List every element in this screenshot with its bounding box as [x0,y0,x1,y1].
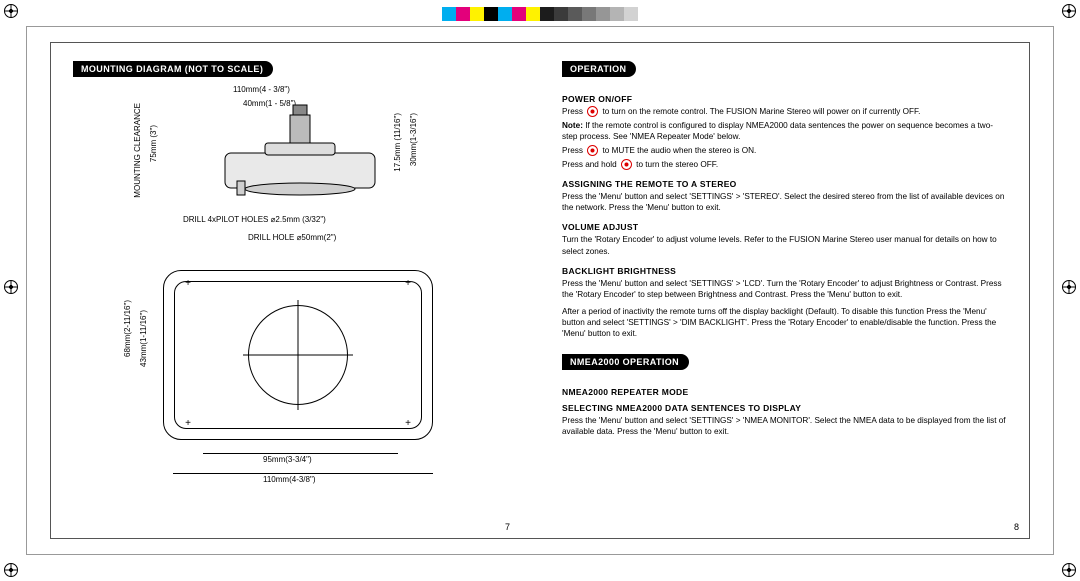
registration-mark [4,4,18,18]
power-line2: Press to MUTE the audio when the stereo … [562,145,1007,156]
power-button-icon [587,106,598,117]
power-note: Note: If the remote control is configure… [562,120,1007,142]
mounting-diagram: 110mm(4 - 3/8") 40mm(1 - 5/8") 17.5mm (1… [73,85,518,548]
dim-95: 95mm(3-3/4") [263,455,312,464]
registration-mark [1062,4,1076,18]
power-button-icon [587,145,598,156]
section-heading-mounting: MOUNTING DIAGRAM (NOT TO SCALE) [73,61,273,77]
section-heading-nmea: NMEA2000 OPERATION [562,354,689,370]
dim-75: 75mm (3") [149,125,158,162]
power-line3: Press and hold to turn the stereo OFF. [562,159,1007,170]
dim-30: 30mm(1-3/16") [409,113,418,166]
label-drill-hole: DRILL HOLE ⌀50mm(2") [248,233,336,242]
subhead-power: POWER ON/OFF [562,94,1007,104]
registration-mark [4,280,18,294]
backlight-body2: After a period of inactivity the remote … [562,306,1007,339]
subhead-volume: VOLUME ADJUST [562,222,1007,232]
dim-68: 68mm(2-11/16") [123,300,132,357]
subhead-assign: ASSIGNING THE REMOTE TO A STEREO [562,179,1007,189]
dim-110-top: 110mm(4 - 3/8") [233,85,290,94]
page-number-7: 7 [505,522,510,532]
registration-mark [1062,280,1076,294]
subhead-nmea-select: SELECTING NMEA2000 DATA SENTENCES TO DIS… [562,403,1007,413]
subhead-backlight: BACKLIGHT BRIGHTNESS [562,266,1007,276]
assign-body: Press the 'Menu' button and select 'SETT… [562,191,1007,213]
print-color-bar [442,7,638,21]
dim-110-bottom: 110mm(4-3/8") [263,475,315,484]
backlight-body1: Press the 'Menu' button and select 'SETT… [562,278,1007,300]
power-button-icon [621,159,632,170]
label-pilot-holes: DRILL 4xPILOT HOLES ⌀2.5mm (3/32") [183,215,326,224]
nmea-body: Press the 'Menu' button and select 'SETT… [562,415,1007,437]
registration-mark [1062,563,1076,577]
subhead-nmea-repeater: NMEA2000 REPEATER MODE [562,387,1007,397]
device-front-view: + + + + [163,270,433,440]
device-side-view [215,103,385,198]
section-heading-operation: OPERATION [562,61,636,77]
label-mount-clearance: MOUNTING CLEARANCE [133,103,142,198]
page-8: OPERATION POWER ON/OFF Press to turn on … [540,43,1029,538]
page-number-8: 8 [1014,522,1019,532]
page-frame: MOUNTING DIAGRAM (NOT TO SCALE) 110mm(4 … [50,42,1030,539]
volume-body: Turn the 'Rotary Encoder' to adjust volu… [562,234,1007,256]
page-7: MOUNTING DIAGRAM (NOT TO SCALE) 110mm(4 … [51,43,540,538]
dim-175: 17.5mm (11/16") [393,113,402,172]
registration-mark [4,563,18,577]
dim-43: 43mm(1-11/16") [139,310,148,367]
power-line1: Press to turn on the remote control. The… [562,106,1007,117]
